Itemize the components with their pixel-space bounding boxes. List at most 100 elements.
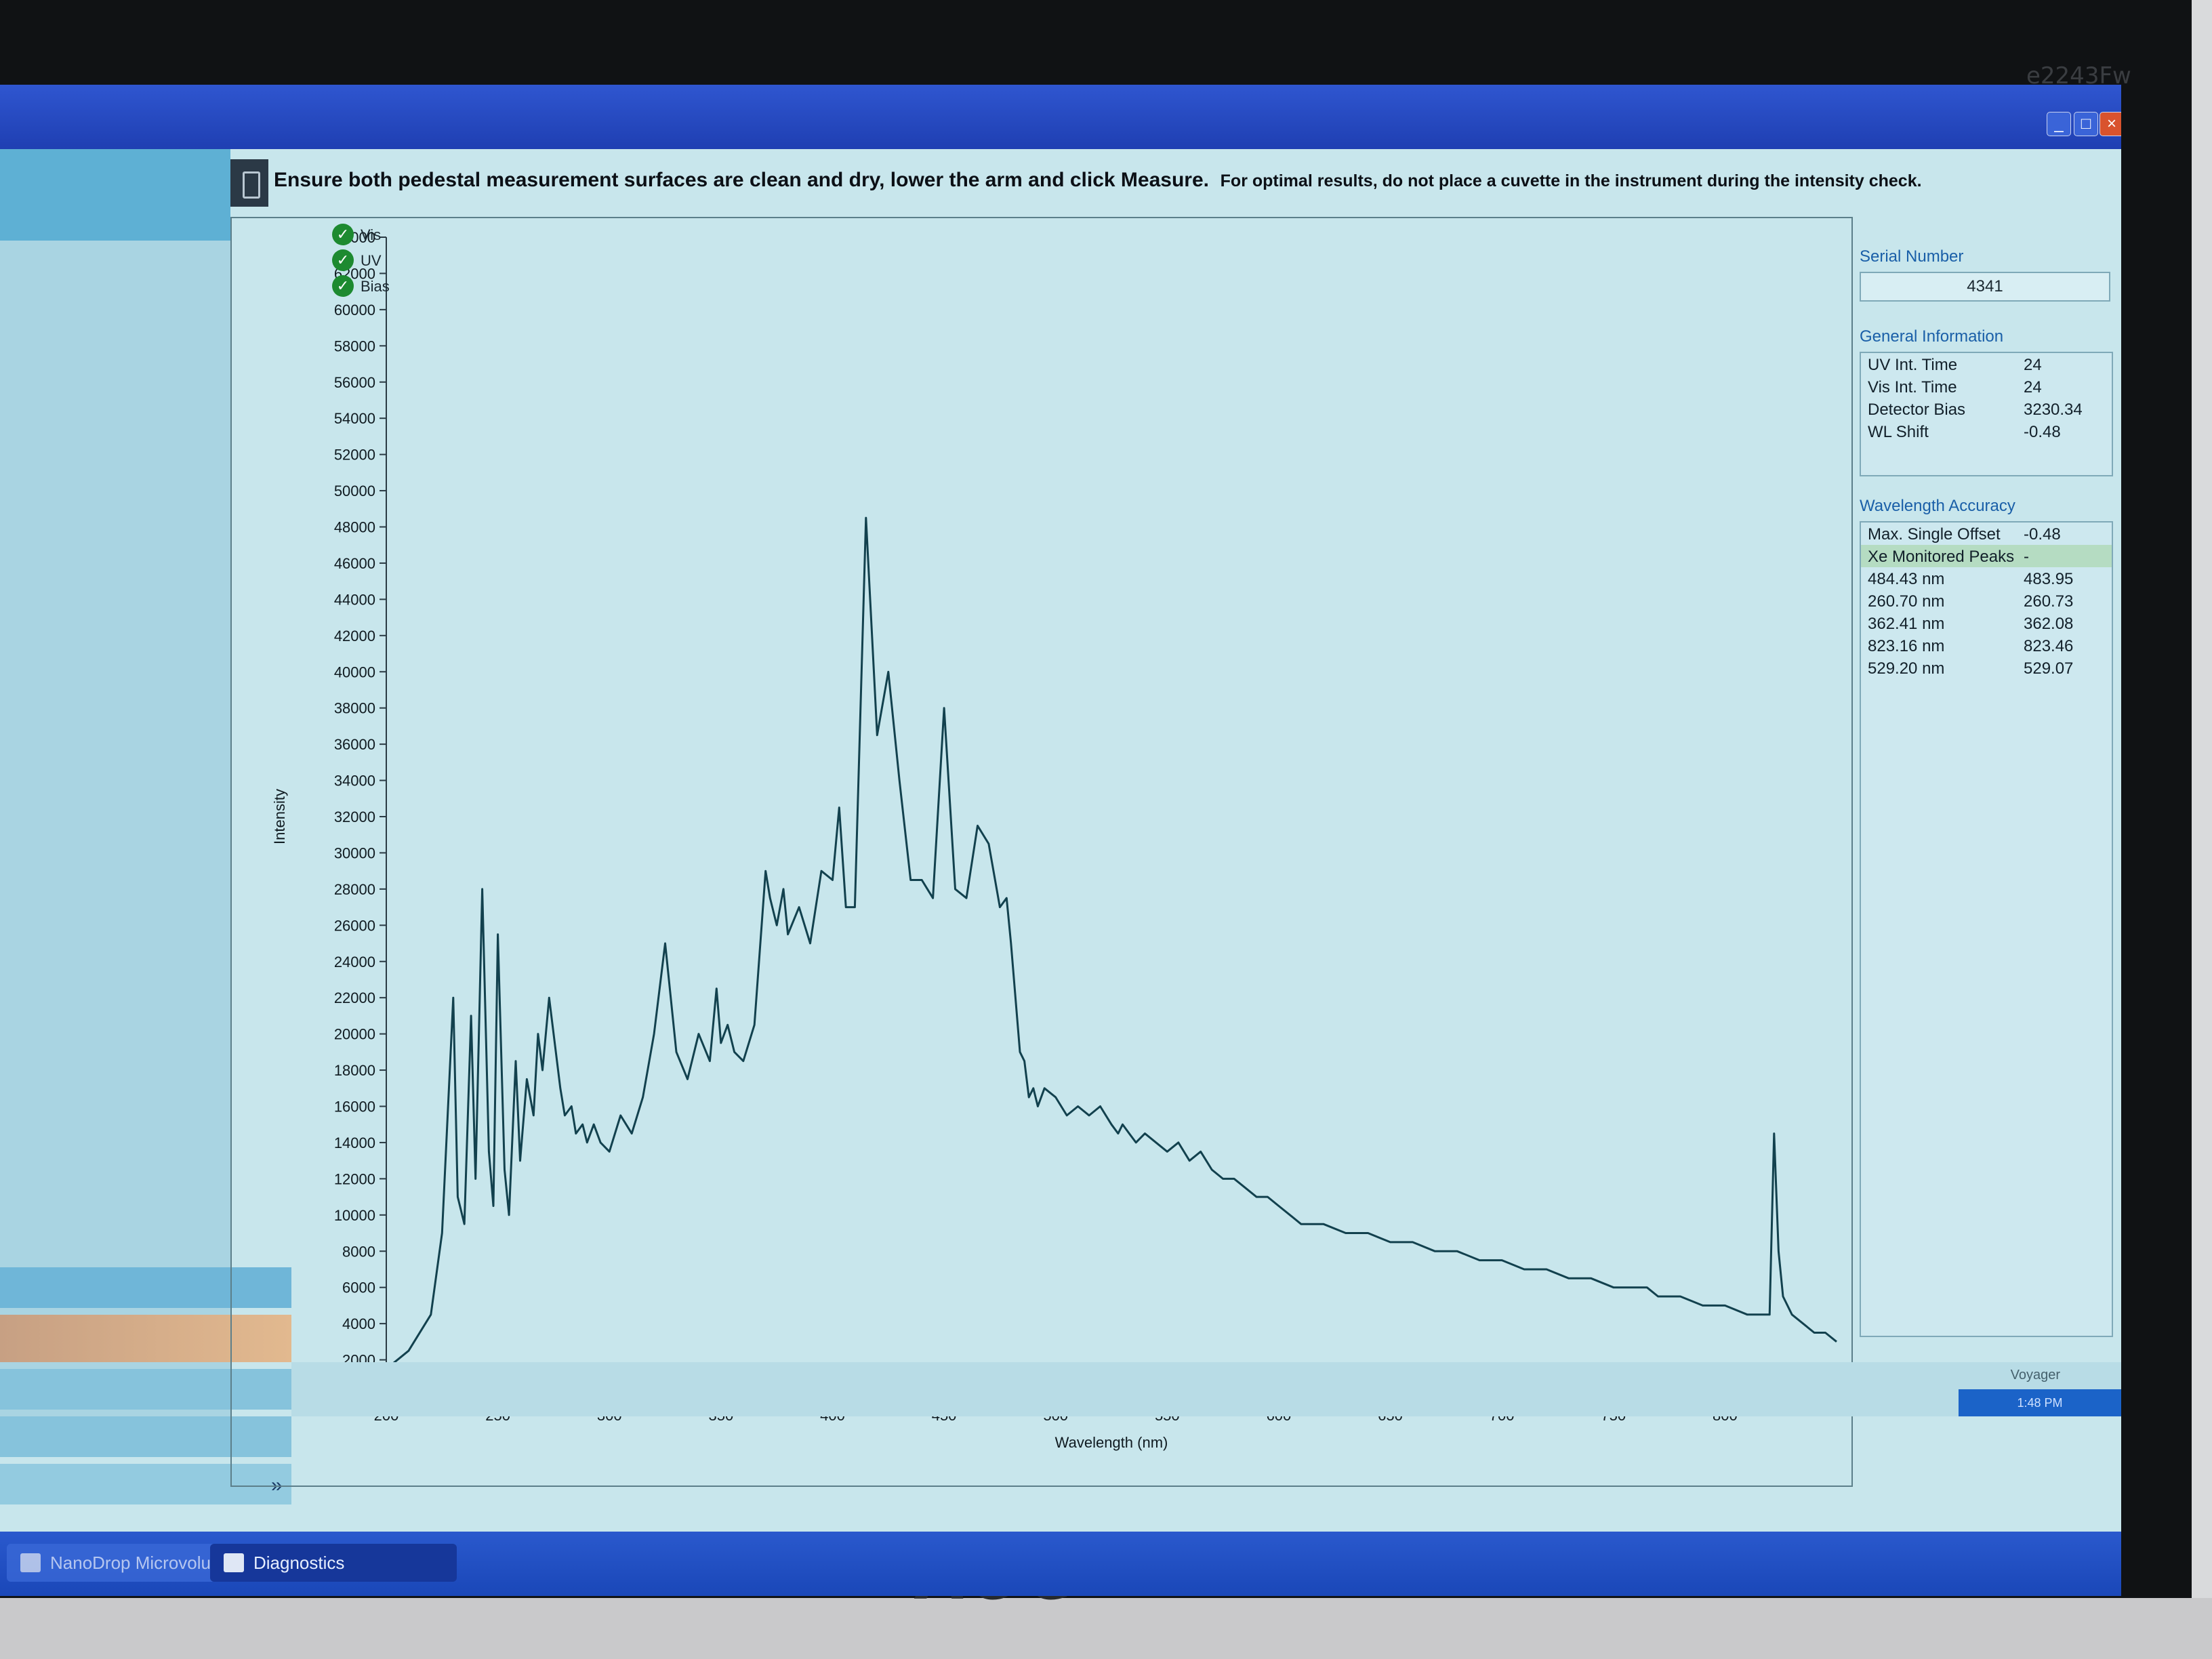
- info-row: UV Int. Time 24: [1861, 353, 2112, 375]
- info-value: 529.07: [2024, 659, 2074, 678]
- info-value: -0.48: [2024, 423, 2061, 441]
- y-tick-label: 40000: [334, 663, 375, 680]
- y-tick-label: 46000: [334, 555, 375, 572]
- info-key: Max. Single Offset: [1868, 525, 2001, 544]
- y-tick-label: 52000: [334, 447, 375, 464]
- y-tick-label: 50000: [334, 483, 375, 499]
- info-value: -0.48: [2024, 525, 2061, 544]
- info-key: 484.43 nm: [1868, 570, 1945, 588]
- status-bar: Voyager 1:48 PM: [291, 1362, 2121, 1416]
- screen: _ □ × » Ensure both pedestal measurement…: [0, 85, 2121, 1596]
- info-value: 260.73: [2024, 592, 2074, 611]
- y-tick-label: 32000: [334, 808, 375, 825]
- close-button[interactable]: ×: [2100, 112, 2121, 136]
- maximize-button[interactable]: □: [2074, 112, 2098, 136]
- instruction-main: Ensure both pedestal measurement surface…: [274, 169, 1209, 191]
- y-tick-label: 38000: [334, 700, 375, 717]
- info-key: 260.70 nm: [1868, 592, 1945, 611]
- y-tick-label: 56000: [334, 374, 375, 391]
- taskbar-item-nanodrop[interactable]: NanoDrop Microvolum...: [7, 1544, 240, 1582]
- y-tick-label: 28000: [334, 881, 375, 898]
- info-row: WL Shift -0.48: [1861, 420, 2112, 443]
- info-value: 823.46: [2024, 637, 2074, 655]
- check-circle-icon[interactable]: ✓: [332, 275, 354, 297]
- legend-label: Vis: [361, 226, 382, 243]
- info-row: 529.20 nm 529.07: [1861, 657, 2112, 679]
- info-row: 260.70 nm 260.73: [1861, 590, 2112, 612]
- spectrum-line: [386, 516, 1837, 1370]
- check-circle-icon[interactable]: ✓: [332, 224, 354, 245]
- info-key: 823.16 nm: [1868, 637, 1945, 655]
- taskbar: NanoDrop Microvolum... Diagnostics: [0, 1532, 2121, 1596]
- info-value: 483.95: [2024, 570, 2074, 588]
- info-key: WL Shift: [1868, 423, 1929, 441]
- app-window-icon: [224, 1553, 244, 1572]
- instruction-secondary: For optimal results, do not place a cuve…: [1220, 171, 1922, 190]
- instrument-icon: [230, 159, 268, 207]
- info-value: 24: [2024, 356, 2042, 374]
- taskbar-item-label: Diagnostics: [253, 1553, 345, 1573]
- info-key: Vis Int. Time: [1868, 378, 1957, 396]
- general-info-heading: General Information: [1860, 327, 2004, 346]
- y-tick-label: 16000: [334, 1099, 375, 1115]
- x-axis-label: Wavelength (nm): [1055, 1434, 1168, 1451]
- info-row: Detector Bias 3230.34: [1861, 398, 2112, 420]
- info-value: 362.08: [2024, 615, 2074, 633]
- status-text: Voyager: [2010, 1368, 2060, 1382]
- y-tick-label: 44000: [334, 591, 375, 608]
- instruction-text: Ensure both pedestal measurement surface…: [274, 169, 1922, 192]
- info-value: -: [2024, 548, 2029, 566]
- info-key: UV Int. Time: [1868, 356, 1958, 374]
- info-key: 529.20 nm: [1868, 659, 1945, 678]
- minimize-button[interactable]: _: [2047, 112, 2071, 136]
- y-tick-label: 30000: [334, 844, 375, 861]
- y-tick-label: 14000: [334, 1134, 375, 1151]
- y-tick-label: 20000: [334, 1026, 375, 1043]
- tray-clock: 1:48 PM: [2017, 1396, 2063, 1410]
- wavelength-accuracy-box: Max. Single Offset -0.48 Xe Monitored Peak…: [1860, 521, 2113, 1337]
- y-tick-label: 12000: [334, 1170, 375, 1187]
- intensity-chart: 0200040006000800010000120001400016000180…: [271, 229, 1837, 1451]
- general-info-box: UV Int. Time 24 Vis Int. Time 24 Detector Bi…: [1860, 352, 2113, 476]
- y-tick-label: 24000: [334, 954, 375, 970]
- app-window-icon: [20, 1553, 41, 1572]
- y-tick-label: 22000: [334, 989, 375, 1006]
- y-tick-label: 58000: [334, 337, 375, 354]
- info-key: Detector Bias: [1868, 401, 1966, 419]
- info-row: 362.41 nm 362.08: [1861, 612, 2112, 634]
- info-row: Vis Int. Time 24: [1861, 375, 2112, 398]
- y-tick-label: 4000: [342, 1315, 375, 1332]
- instruction-bar: Ensure both pedestal measurement surface…: [230, 159, 2121, 207]
- info-row: 484.43 nm 483.95: [1861, 567, 2112, 590]
- legend-label: Bias: [361, 278, 390, 295]
- monitor-stand-area: [0, 1598, 2212, 1659]
- y-tick-label: 18000: [334, 1062, 375, 1079]
- serial-number-heading: Serial Number: [1860, 247, 1964, 266]
- info-row: Max. Single Offset -0.48: [1861, 523, 2112, 545]
- y-tick-label: 10000: [334, 1207, 375, 1224]
- y-tick-label: 8000: [342, 1243, 375, 1260]
- serial-number-field: 4341: [1860, 272, 2110, 302]
- y-tick-label: 36000: [334, 736, 375, 753]
- check-circle-icon[interactable]: ✓: [332, 249, 354, 271]
- navigation-header: [0, 149, 230, 241]
- background-wall: [2192, 0, 2212, 1659]
- y-tick-label: 60000: [334, 302, 375, 319]
- legend-label: UV: [361, 252, 382, 269]
- taskbar-item-diagnostics[interactable]: Diagnostics: [210, 1544, 457, 1582]
- wavelength-accuracy-heading: Wavelength Accuracy: [1860, 497, 2015, 515]
- y-tick-label: 6000: [342, 1279, 375, 1296]
- info-row: 823.16 nm 823.46: [1861, 634, 2112, 657]
- y-tick-label: 34000: [334, 773, 375, 790]
- y-tick-label: 26000: [334, 917, 375, 934]
- y-tick-label: 54000: [334, 410, 375, 427]
- window-titlebar: _ □ ×: [0, 85, 2121, 149]
- system-tray[interactable]: 1:48 PM: [1959, 1389, 2121, 1416]
- info-value: 24: [2024, 378, 2042, 396]
- info-key: Xe Monitored Peaks: [1868, 548, 2015, 566]
- info-key: 362.41 nm: [1868, 615, 1945, 633]
- info-side-panel: Serial Number 4341 General Information U…: [1850, 220, 2121, 1359]
- y-axis-label: Intensity: [271, 789, 288, 844]
- y-tick-label: 42000: [334, 628, 375, 644]
- navigation-panel: [0, 149, 291, 1504]
